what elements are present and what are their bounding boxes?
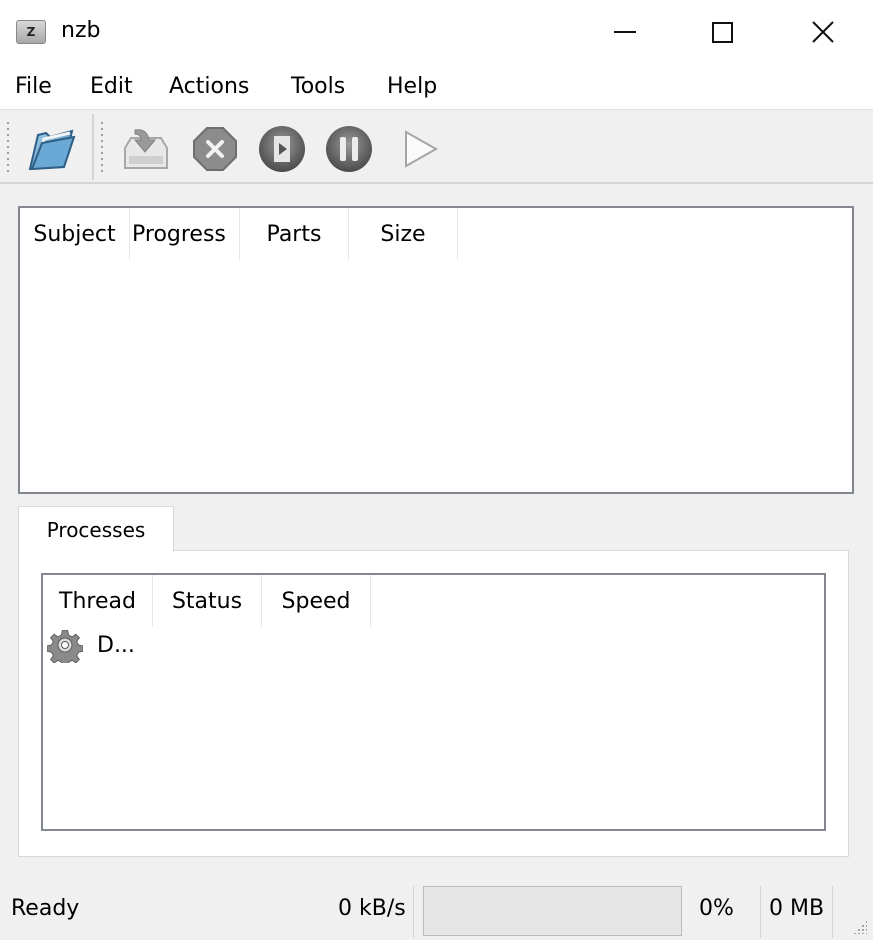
play-icon bbox=[405, 130, 439, 168]
status-separator bbox=[832, 886, 833, 938]
pause-icon bbox=[326, 126, 372, 172]
toolbar-grip-handle[interactable] bbox=[100, 120, 104, 176]
maximize-icon bbox=[711, 21, 733, 43]
menu-file[interactable]: File bbox=[15, 74, 52, 99]
play-film-icon bbox=[259, 126, 305, 172]
gear-icon bbox=[47, 630, 83, 663]
column-header-parts[interactable]: Parts bbox=[240, 208, 349, 260]
menu-bar: File Edit Actions Tools Help bbox=[0, 64, 873, 110]
toolbar bbox=[0, 110, 873, 184]
maximize-button[interactable] bbox=[672, 0, 772, 64]
status-text: Ready bbox=[11, 896, 80, 921]
column-header-progress[interactable]: Progress bbox=[130, 208, 240, 260]
stop-icon bbox=[193, 127, 237, 171]
thread-name: D... bbox=[97, 632, 135, 658]
column-header-speed[interactable]: Speed bbox=[262, 575, 371, 627]
status-bar: Ready 0 kB/s 0% 0 MB bbox=[0, 880, 873, 940]
column-header-subject[interactable]: Subject bbox=[20, 208, 130, 260]
start-button[interactable] bbox=[254, 124, 310, 174]
title-bar: Z nzb bbox=[0, 0, 873, 64]
close-icon bbox=[812, 21, 834, 43]
nzb-app-icon: Z bbox=[16, 20, 46, 44]
column-header-size[interactable]: Size bbox=[349, 208, 458, 260]
minimize-button[interactable] bbox=[575, 0, 675, 64]
overall-progress-bar bbox=[423, 886, 682, 936]
open-folder-icon bbox=[28, 129, 76, 171]
status-separator bbox=[413, 886, 414, 938]
minimize-icon bbox=[614, 31, 636, 33]
toolbar-separator bbox=[92, 114, 94, 180]
stop-button[interactable] bbox=[187, 124, 243, 174]
close-button[interactable] bbox=[773, 0, 873, 64]
column-header-status[interactable]: Status bbox=[153, 575, 262, 627]
tab-processes[interactable]: Processes bbox=[18, 506, 174, 552]
resume-button[interactable] bbox=[392, 124, 448, 174]
processes-list[interactable]: Thread Status Speed D... bbox=[41, 573, 826, 831]
pause-button[interactable] bbox=[321, 124, 377, 174]
import-tray-icon bbox=[124, 129, 168, 169]
import-button[interactable] bbox=[118, 124, 174, 174]
window-title: nzb bbox=[61, 18, 101, 43]
open-button[interactable] bbox=[22, 124, 78, 174]
menu-edit[interactable]: Edit bbox=[90, 74, 133, 99]
download-speed: 0 kB/s bbox=[338, 896, 406, 921]
resize-grip-handle[interactable] bbox=[853, 920, 867, 934]
app-icon-text: Z bbox=[26, 25, 36, 39]
total-size: 0 MB bbox=[769, 896, 825, 921]
toolbar-grip-handle[interactable] bbox=[6, 120, 10, 176]
menu-actions[interactable]: Actions bbox=[169, 74, 249, 99]
menu-tools[interactable]: Tools bbox=[291, 74, 345, 99]
column-header-thread[interactable]: Thread bbox=[43, 575, 153, 627]
process-row[interactable]: D... bbox=[47, 627, 135, 663]
menu-help[interactable]: Help bbox=[387, 74, 437, 99]
progress-percent: 0% bbox=[699, 896, 734, 921]
status-separator bbox=[760, 886, 761, 938]
downloads-list[interactable]: Subject Progress Parts Size bbox=[18, 206, 854, 494]
